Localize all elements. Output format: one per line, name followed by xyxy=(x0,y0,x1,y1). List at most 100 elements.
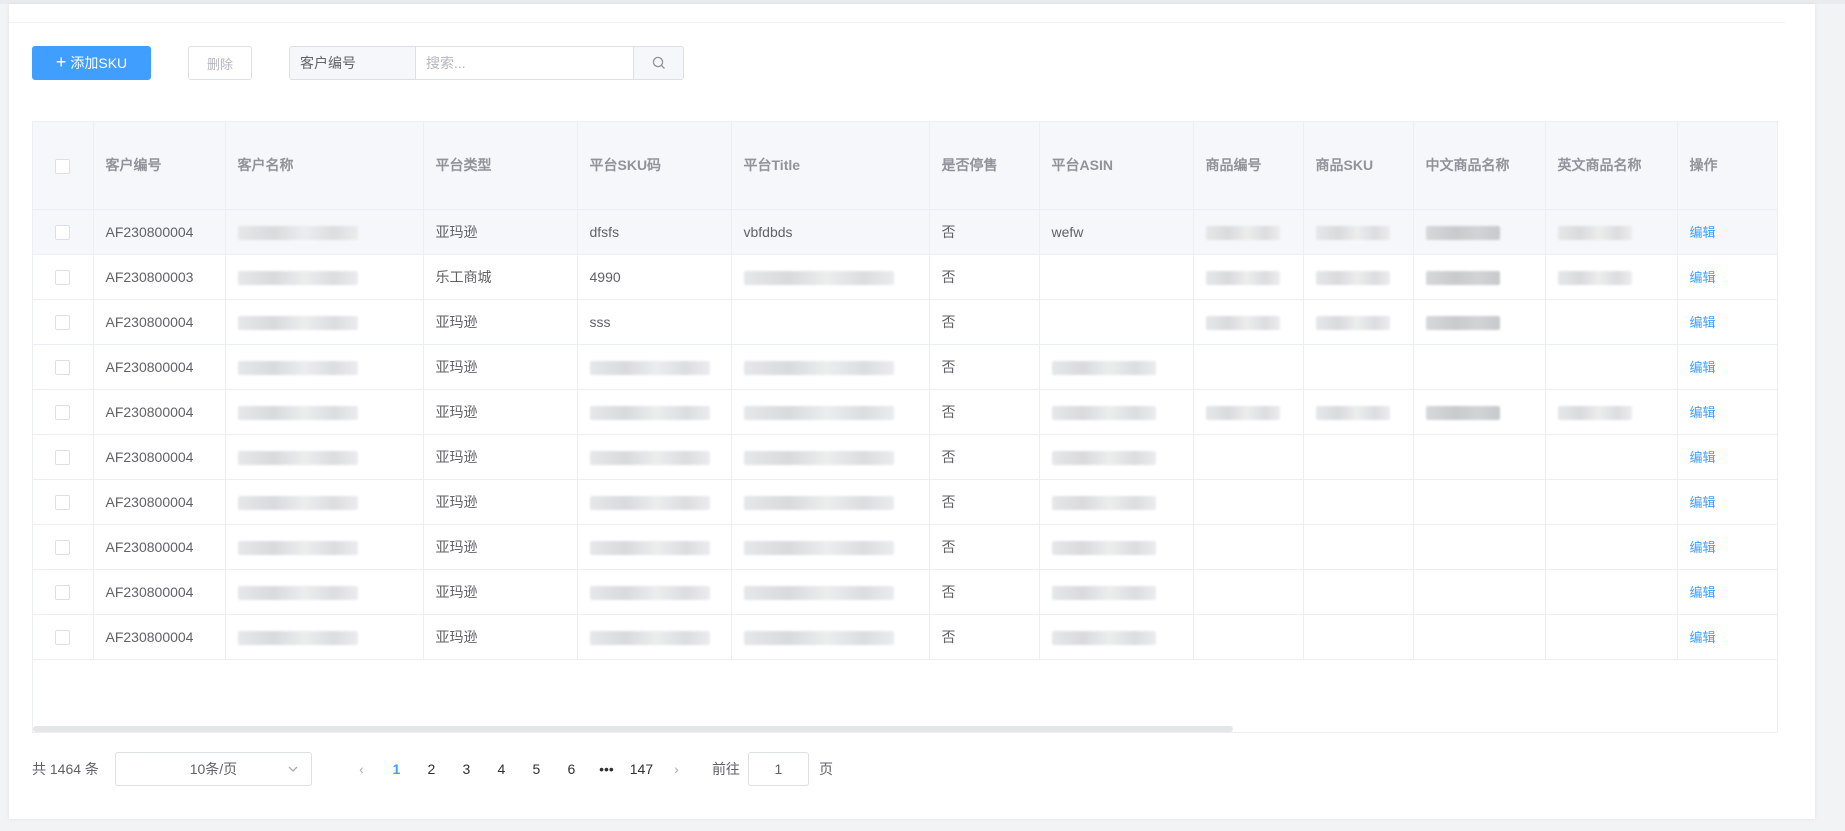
redacted-value xyxy=(1205,315,1280,330)
cell-customer-id-text: AF230800004 xyxy=(105,223,194,240)
row-select-cell[interactable] xyxy=(33,209,94,255)
checkbox[interactable] xyxy=(55,158,71,174)
cell-product-id xyxy=(1193,614,1304,660)
table-row[interactable]: AF230800004 亚玛逊 sss 否 编辑 xyxy=(33,299,1777,345)
row-select-cell[interactable] xyxy=(33,299,94,345)
edit-link[interactable]: 编辑 xyxy=(1690,405,1716,420)
header-product-sku[interactable]: 商品SKU xyxy=(1303,122,1414,210)
redacted-value xyxy=(589,360,710,375)
checkbox[interactable] xyxy=(55,359,71,375)
goto-page-input[interactable] xyxy=(747,752,809,786)
row-select-cell[interactable] xyxy=(33,434,94,480)
cell-product-id xyxy=(1193,569,1304,615)
row-select-cell[interactable] xyxy=(33,524,94,570)
checkbox[interactable] xyxy=(55,224,71,240)
header-platform-title[interactable]: 平台Title xyxy=(731,122,930,210)
page-1[interactable]: 1 xyxy=(379,761,414,777)
header-product-id[interactable]: 商品编号 xyxy=(1193,122,1304,210)
checkbox[interactable] xyxy=(55,494,71,510)
page-147[interactable]: 147 xyxy=(624,761,659,777)
edit-link[interactable]: 编辑 xyxy=(1690,540,1716,555)
header-platform-sku[interactable]: 平台SKU码 xyxy=(577,122,732,210)
row-select-cell[interactable] xyxy=(33,479,94,525)
table-row[interactable]: AF230800004 亚玛逊 否 编辑 xyxy=(33,524,1777,570)
redacted-value xyxy=(237,405,358,420)
cell-platform-type: 乐工商城 xyxy=(423,254,578,300)
edit-link[interactable]: 编辑 xyxy=(1690,315,1716,330)
header-platform-asin[interactable]: 平台ASIN xyxy=(1039,122,1194,210)
row-select-cell[interactable] xyxy=(33,614,94,660)
checkbox[interactable] xyxy=(55,584,71,600)
table-row[interactable]: AF230800003 乐工商城 4990 否 编辑 xyxy=(33,254,1777,300)
table-row[interactable]: AF230800004 亚玛逊 否 编辑 xyxy=(33,389,1777,435)
search-button[interactable] xyxy=(633,47,683,79)
edit-link[interactable]: 编辑 xyxy=(1690,630,1716,645)
cell-platform-sku: sss xyxy=(577,299,732,345)
cell-en-name xyxy=(1545,614,1678,660)
table-row[interactable]: AF230800004 亚玛逊 否 编辑 xyxy=(33,479,1777,525)
page-2[interactable]: 2 xyxy=(414,761,449,777)
edit-link[interactable]: 编辑 xyxy=(1690,270,1716,285)
cell-platform-asin-text: wefw xyxy=(1051,223,1084,240)
header-customer-name[interactable]: 客户名称 xyxy=(225,122,424,210)
table-row[interactable]: AF230800004 亚玛逊 否 编辑 xyxy=(33,434,1777,480)
cell-customer-id: AF230800004 xyxy=(93,434,226,480)
cell-platform-sku-text: 4990 xyxy=(589,268,621,285)
cell-platform-sku: dfsfs xyxy=(577,209,732,255)
cell-cn-name xyxy=(1413,299,1546,345)
header-platform-type[interactable]: 平台类型 xyxy=(423,122,578,210)
cell-discontinued-text: 否 xyxy=(941,313,956,330)
page-5[interactable]: 5 xyxy=(519,761,554,777)
row-select-cell[interactable] xyxy=(33,389,94,435)
checkbox[interactable] xyxy=(55,539,71,555)
delete-button[interactable]: 删除 xyxy=(188,46,252,80)
page-ellipsis[interactable]: ••• xyxy=(589,761,624,777)
cell-platform-title xyxy=(731,299,930,345)
row-select-cell[interactable] xyxy=(33,344,94,390)
row-select-cell[interactable] xyxy=(33,569,94,615)
header-en-name[interactable]: 英文商品名称 xyxy=(1545,122,1678,210)
cell-product-id xyxy=(1193,479,1304,525)
table-row[interactable]: AF230800004 亚玛逊 否 编辑 xyxy=(33,569,1777,615)
edit-link[interactable]: 编辑 xyxy=(1690,360,1716,375)
prev-page-button[interactable]: ‹ xyxy=(344,761,379,777)
checkbox[interactable] xyxy=(55,629,71,645)
search-field-select[interactable]: 客户编号 xyxy=(290,47,416,79)
header-customer-id[interactable]: 客户编号 xyxy=(93,122,226,210)
goto-label: 前往 xyxy=(711,761,740,777)
edit-link[interactable]: 编辑 xyxy=(1690,585,1716,600)
checkbox[interactable] xyxy=(55,404,71,420)
cell-customer-id: AF230800003 xyxy=(93,254,226,300)
horizontal-scrollbar[interactable] xyxy=(33,726,1233,732)
table-row[interactable]: AF230800004 亚玛逊 dfsfs vbfdbds 否 wefw 编辑 xyxy=(33,209,1777,255)
cell-product-sku xyxy=(1303,614,1414,660)
redacted-value xyxy=(1051,630,1156,645)
header-select-all[interactable] xyxy=(33,122,94,210)
cell-platform-asin xyxy=(1039,389,1194,435)
next-page-button[interactable]: › xyxy=(659,761,694,777)
header-cn-name[interactable]: 中文商品名称 xyxy=(1413,122,1546,210)
plus-icon: + xyxy=(55,52,67,72)
cell-en-name xyxy=(1545,209,1678,255)
edit-link[interactable]: 编辑 xyxy=(1690,225,1716,240)
table-row[interactable]: AF230800004 亚玛逊 否 编辑 xyxy=(33,344,1777,390)
add-sku-button[interactable]: + 添加SKU xyxy=(32,46,151,80)
edit-link[interactable]: 编辑 xyxy=(1690,450,1716,465)
page-6[interactable]: 6 xyxy=(554,761,589,777)
header-discontinued[interactable]: 是否停售 xyxy=(929,122,1040,210)
page-3[interactable]: 3 xyxy=(449,761,484,777)
cell-platform-sku xyxy=(577,434,732,480)
cell-cn-name xyxy=(1413,389,1546,435)
search-input[interactable] xyxy=(416,47,633,79)
checkbox[interactable] xyxy=(55,314,71,330)
checkbox[interactable] xyxy=(55,449,71,465)
page-size-select[interactable]: 10条/页 xyxy=(114,752,312,786)
edit-link[interactable]: 编辑 xyxy=(1690,495,1716,510)
page-4[interactable]: 4 xyxy=(484,761,519,777)
row-select-cell[interactable] xyxy=(33,254,94,300)
checkbox[interactable] xyxy=(55,269,71,285)
table-row[interactable]: AF230800004 亚玛逊 否 编辑 xyxy=(33,614,1777,660)
cell-discontinued: 否 xyxy=(929,434,1040,480)
redacted-value xyxy=(743,450,894,465)
cell-customer-id-text: AF230800004 xyxy=(105,493,194,510)
